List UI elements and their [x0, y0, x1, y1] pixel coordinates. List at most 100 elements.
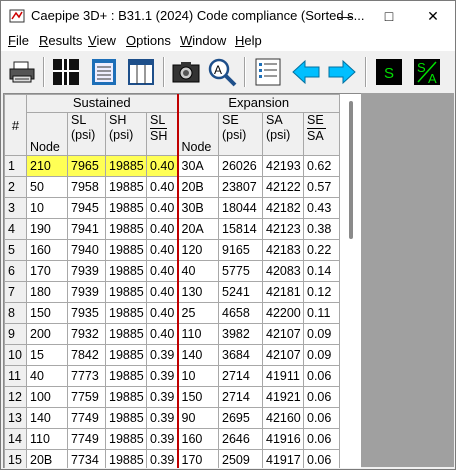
table-row[interactable]: 2 50 7958 19885 0.40 20B 23807 42122 0.57	[4, 176, 340, 198]
table-row[interactable]: 7 180 7939 19885 0.40 130 5241 42181 0.12	[4, 281, 340, 303]
table-cell[interactable]: 41916	[262, 428, 304, 450]
table-cell[interactable]: 0.40	[146, 155, 179, 177]
table-cell[interactable]: 5775	[218, 260, 263, 282]
table-cell[interactable]: 42160	[262, 407, 304, 429]
table-cell[interactable]: 30B	[177, 197, 219, 219]
table-row[interactable]: 3 10 7945 19885 0.40 30B 18044 42182 0.43	[4, 197, 340, 219]
table-cell[interactable]: 2714	[218, 386, 263, 408]
table-cell[interactable]: 19885	[105, 197, 147, 219]
table-cell[interactable]: 7773	[67, 365, 106, 387]
close-button[interactable]: ✕	[411, 1, 455, 31]
previous-button[interactable]	[291, 57, 321, 87]
maximize-button[interactable]: □	[367, 1, 411, 31]
table-cell[interactable]: 19885	[105, 428, 147, 450]
table-cell[interactable]: 9165	[218, 239, 263, 261]
table-cell[interactable]: 0.06	[303, 365, 340, 387]
table-cell[interactable]: 7945	[67, 197, 106, 219]
table-cell[interactable]: 0.06	[303, 428, 340, 450]
table-cell[interactable]: 19885	[105, 281, 147, 303]
table-cell[interactable]: 0.40	[146, 302, 179, 324]
table-cell[interactable]: 15	[26, 344, 68, 366]
table-cell[interactable]: 7940	[67, 239, 106, 261]
table-cell[interactable]: 0.09	[303, 344, 340, 366]
table-cell[interactable]: 180	[26, 281, 68, 303]
table-cell[interactable]: 42107	[262, 344, 304, 366]
columns-button[interactable]	[126, 57, 156, 87]
list-button[interactable]	[253, 57, 283, 87]
column-header-sl-sh[interactable]: SL SH	[146, 112, 179, 156]
table-cell[interactable]: 0.40	[146, 260, 179, 282]
minimize-button[interactable]: —	[323, 1, 367, 31]
table-cell[interactable]: 160	[26, 239, 68, 261]
table-cell[interactable]: 130	[177, 281, 219, 303]
table-cell[interactable]: 19885	[105, 260, 147, 282]
table-cell[interactable]: 20A	[177, 218, 219, 240]
table-cell[interactable]: 26026	[218, 155, 263, 177]
table-cell[interactable]: 20B	[26, 449, 68, 468]
table-cell[interactable]: 3684	[218, 344, 263, 366]
menu-window[interactable]: Window	[180, 33, 226, 48]
table-row[interactable]: 5 160 7940 19885 0.40 120 9165 42183 0.22	[4, 239, 340, 261]
table-cell[interactable]: 19885	[105, 449, 147, 468]
grid-button[interactable]	[51, 57, 81, 87]
table-cell[interactable]: 7749	[67, 428, 106, 450]
table-row[interactable]: 6 170 7939 19885 0.40 40 5775 42083 0.14	[4, 260, 340, 282]
table-cell[interactable]: 7965	[67, 155, 106, 177]
table-cell[interactable]: 0.14	[303, 260, 340, 282]
table-cell[interactable]: 200	[26, 323, 68, 345]
table-cell[interactable]: 0.38	[303, 218, 340, 240]
table-row[interactable]: 1 210 7965 19885 0.40 30A 26026 42193 0.62	[4, 155, 340, 177]
table-cell[interactable]: 19885	[105, 323, 147, 345]
table-cell[interactable]: 2646	[218, 428, 263, 450]
table-cell[interactable]: 42200	[262, 302, 304, 324]
table-cell[interactable]: 25	[177, 302, 219, 324]
table-row[interactable]: 12 100 7759 19885 0.39 150 2714 41921 0.06	[4, 386, 340, 408]
table-cell[interactable]: 2695	[218, 407, 263, 429]
table-cell[interactable]: 0.39	[146, 344, 179, 366]
table-cell[interactable]: 0.09	[303, 323, 340, 345]
table-cell[interactable]: 41911	[262, 365, 304, 387]
table-cell[interactable]: 20B	[177, 176, 219, 198]
print-button[interactable]	[7, 57, 37, 87]
table-cell[interactable]: 7842	[67, 344, 106, 366]
table-row[interactable]: 13 140 7749 19885 0.39 90 2695 42160 0.06	[4, 407, 340, 429]
table-cell[interactable]: 42123	[262, 218, 304, 240]
table-cell[interactable]: 42181	[262, 281, 304, 303]
s-over-a-button[interactable]: SA	[412, 57, 442, 87]
table-row[interactable]: 11 40 7773 19885 0.39 10 2714 41911 0.06	[4, 365, 340, 387]
table-cell[interactable]: 42083	[262, 260, 304, 282]
table-cell[interactable]: 0.39	[146, 386, 179, 408]
table-cell[interactable]: 0.40	[146, 218, 179, 240]
menu-file[interactable]: File	[8, 33, 29, 48]
table-cell[interactable]: 19885	[105, 365, 147, 387]
menu-help[interactable]: Help	[235, 33, 262, 48]
table-cell[interactable]: 7941	[67, 218, 106, 240]
table-row[interactable]: 14 110 7749 19885 0.39 160 2646 41916 0.06	[4, 428, 340, 450]
menu-options[interactable]: Options	[126, 33, 171, 48]
table-cell[interactable]: 7935	[67, 302, 106, 324]
table-cell[interactable]: 18044	[218, 197, 263, 219]
table-cell[interactable]: 160	[177, 428, 219, 450]
table-cell[interactable]: 7939	[67, 260, 106, 282]
table-cell[interactable]: 7734	[67, 449, 106, 468]
table-cell[interactable]: 210	[26, 155, 68, 177]
results-grid[interactable]: # Sustained Expansion Node SL (psi) SH (ps…	[3, 93, 361, 468]
table-row[interactable]: 9 200 7932 19885 0.40 110 3982 42107 0.09	[4, 323, 340, 345]
table-cell[interactable]: 100	[26, 386, 68, 408]
table-cell[interactable]: 15814	[218, 218, 263, 240]
table-cell[interactable]: 7932	[67, 323, 106, 345]
table-cell[interactable]: 0.62	[303, 155, 340, 177]
table-cell[interactable]: 7958	[67, 176, 106, 198]
vertical-scrollbar-thumb[interactable]	[349, 101, 353, 239]
camera-button[interactable]	[171, 57, 201, 87]
table-cell[interactable]: 42183	[262, 239, 304, 261]
table-cell[interactable]: 140	[26, 407, 68, 429]
table-cell[interactable]: 110	[177, 323, 219, 345]
table-cell[interactable]: 42107	[262, 323, 304, 345]
menu-view[interactable]: View	[88, 33, 116, 48]
table-cell[interactable]: 19885	[105, 407, 147, 429]
table-row[interactable]: 4 190 7941 19885 0.40 20A 15814 42123 0.38	[4, 218, 340, 240]
table-cell[interactable]: 0.40	[146, 176, 179, 198]
table-cell[interactable]: 19885	[105, 344, 147, 366]
column-header-node[interactable]: Node	[26, 112, 68, 156]
